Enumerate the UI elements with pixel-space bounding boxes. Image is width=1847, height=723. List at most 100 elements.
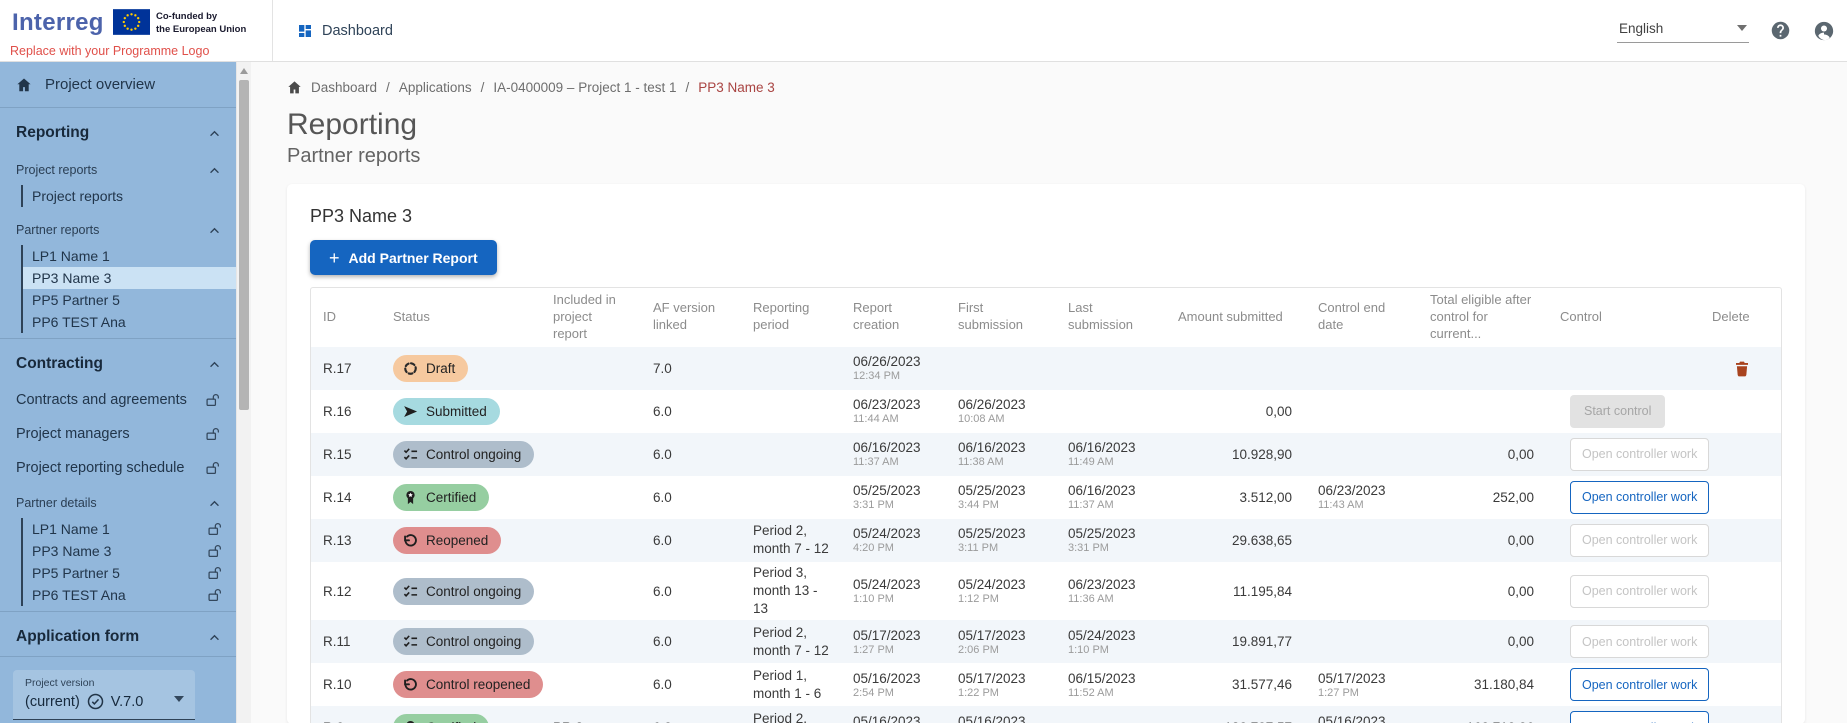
sidebar-item-contracting[interactable]: Contracting (0, 339, 236, 383)
column-header-included-in-project-report: Included in project report (541, 288, 641, 347)
sidebar-item-project-reporting-schedule[interactable]: Project reporting schedule (0, 451, 236, 485)
add-partner-report-button[interactable]: + Add Partner Report (310, 240, 497, 275)
plus-icon: + (329, 249, 340, 267)
delete-cell (1700, 390, 1782, 433)
time-value: 1:12 PM (958, 593, 1044, 605)
status-cell: Certified (381, 706, 541, 723)
open-controller-work-button[interactable]: Open controller work (1570, 438, 1709, 471)
status-badge-draft: Draft (393, 355, 468, 382)
sidebar-item-lp1-name-1[interactable]: LP1 Name 1 (23, 245, 236, 267)
control-end-date-cell (1306, 433, 1418, 476)
sidebar-item-project-reports[interactable]: Project reports (23, 185, 236, 207)
sidebar-item-application-form[interactable]: Application form (0, 612, 236, 656)
sidebar-item-reporting[interactable]: Reporting (0, 108, 236, 152)
time-value: 3:11 PM (958, 542, 1044, 554)
open-controller-work-button[interactable]: Open controller work (1570, 668, 1709, 701)
delete-report-button[interactable] (1734, 360, 1750, 377)
report-row-r-9[interactable]: R.9CertifiedPR.26.0Period 2,month 7 - 12… (311, 706, 1782, 723)
open-controller-work-button[interactable]: Open controller work (1570, 711, 1709, 723)
language-select[interactable]: English (1617, 19, 1749, 43)
report-id-cell: R.13 (311, 519, 381, 562)
report-row-r-14[interactable]: R.14Certified6.005/25/20233:31 PM05/25/2… (311, 476, 1782, 519)
reporting-period-cell (741, 347, 841, 390)
open-controller-work-button[interactable]: Open controller work (1570, 481, 1709, 514)
certified-ribbon-icon (403, 490, 418, 505)
breadcrumb-items: Dashboard/Applications/IA-0400009 – Proj… (311, 80, 775, 95)
date-value: 05/25/2023 (1068, 526, 1154, 541)
report-row-r-11[interactable]: R.11Control ongoing6.0Period 2,month 7 -… (311, 620, 1782, 663)
date-value: 06/15/2023 (1068, 671, 1154, 686)
sidebar-item-project-overview[interactable]: Project overview (0, 62, 236, 107)
report-row-r-13[interactable]: R.13Reopened6.0Period 2,month 7 - 1205/2… (311, 519, 1782, 562)
sidebar-item-contracts-and-agreements[interactable]: Contracts and agreements (0, 383, 236, 417)
sidebar-item-project-managers[interactable]: Project managers (0, 417, 236, 451)
report-row-r-16[interactable]: R.16Submitted6.006/23/202311:44 AM06/26/… (311, 390, 1782, 433)
home-icon (16, 77, 32, 93)
sidebar-item-label: Project managers (16, 426, 130, 442)
status-cell: Control ongoing (381, 562, 541, 621)
date-value: 06/16/2023 (1068, 483, 1154, 498)
included-in-project-report-cell (541, 620, 641, 663)
breadcrumb-item-ia-0400009-project-1-test-1[interactable]: IA-0400009 – Project 1 - test 1 (493, 80, 676, 95)
status-cell: Draft (381, 347, 541, 390)
time-value: 1:22 PM (958, 687, 1044, 699)
sidebar-item-project-reports[interactable]: Project reports (0, 152, 236, 182)
breadcrumb-item-applications[interactable]: Applications (399, 80, 472, 95)
open-controller-work-button[interactable]: Open controller work (1570, 575, 1709, 608)
sidebar-item-pp6-test-ana[interactable]: PP6 TEST Ana (23, 584, 236, 606)
home-icon[interactable] (287, 80, 302, 95)
column-header-delete: Delete (1700, 288, 1782, 347)
first-submission-cell: 06/26/202310:08 AM (946, 390, 1056, 433)
report-row-r-10[interactable]: R.10Control reopened6.0Period 1,month 1 … (311, 663, 1782, 706)
amount-submitted-cell: 11.195,84 (1166, 562, 1306, 621)
date-value: 06/16/2023 (853, 440, 934, 455)
trash-icon (1734, 360, 1750, 377)
breadcrumb-item-dashboard[interactable]: Dashboard (311, 80, 377, 95)
report-creation-cell: 05/25/20233:31 PM (841, 476, 946, 519)
sidebar-scrollbar[interactable] (236, 62, 251, 723)
reports-table: IDStatusIncluded in project reportAF ver… (311, 288, 1782, 723)
scrollbar-up-arrow[interactable] (240, 68, 248, 74)
help-button[interactable] (1767, 18, 1793, 44)
period-line2: month 7 - 12 (753, 540, 829, 558)
af-version-cell: 6.0 (641, 620, 741, 663)
af-version-cell: 6.0 (641, 663, 741, 706)
start-control-button[interactable]: Start control (1570, 395, 1665, 428)
sidebar-item-pp6-test-ana[interactable]: PP6 TEST Ana (23, 311, 236, 333)
reporting-period-cell (741, 390, 841, 433)
sidebar-item-pp3-name-3[interactable]: PP3 Name 3 (23, 267, 236, 289)
dashboard-nav-button[interactable]: Dashboard (273, 0, 417, 61)
report-row-r-17[interactable]: R.17Draft7.006/26/202312:34 PM (311, 347, 1782, 390)
scrollbar-thumb[interactable] (239, 80, 249, 410)
sidebar-item-pp5-partner-5[interactable]: PP5 Partner 5 (23, 562, 236, 584)
project-version-select[interactable]: Project version (current) V.7.0 (13, 670, 195, 720)
last-submission-cell: 06/16/202311:37 AM (1056, 476, 1166, 519)
report-row-r-12[interactable]: R.12Control ongoing6.0Period 3,month 13 … (311, 562, 1782, 621)
sidebar-item-pp5-partner-5[interactable]: PP5 Partner 5 (23, 289, 236, 311)
profile-button[interactable] (1811, 18, 1837, 44)
sidebar-divider (0, 656, 236, 657)
add-partner-report-label: Add Partner Report (349, 250, 478, 266)
report-row-r-15[interactable]: R.15Control ongoing6.006/16/202311:37 AM… (311, 433, 1782, 476)
sidebar-item-partner-reports[interactable]: Partner reports (0, 212, 236, 242)
chevron-up-icon (209, 634, 220, 641)
sidebar-item-partner-details[interactable]: Partner details (0, 485, 236, 515)
period-line1: Period 2, (753, 624, 829, 642)
total-eligible-cell (1418, 390, 1548, 433)
sidebar-item-label: Partner reports (16, 223, 99, 237)
sidebar-item-lp1-name-1[interactable]: LP1 Name 1 (23, 518, 236, 540)
sidebar-item-pp3-name-3[interactable]: PP3 Name 3 (23, 540, 236, 562)
sidebar-group: LP1 Name 1PP3 Name 3PP5 Partner 5PP6 TES… (21, 518, 236, 606)
status-label: Control reopened (426, 677, 530, 692)
sidebar-item-label: Project overview (45, 76, 155, 93)
open-controller-work-button[interactable]: Open controller work (1570, 625, 1709, 658)
lock-open-icon (205, 393, 220, 407)
af-version-cell: 7.0 (641, 347, 741, 390)
first-submission-cell (946, 347, 1056, 390)
control-cell: Open controller work (1548, 476, 1700, 519)
first-submission-cell: 05/16/20239:31 AM (946, 706, 1056, 723)
open-controller-work-button[interactable]: Open controller work (1570, 524, 1709, 557)
last-submission-cell: 05/25/20233:31 PM (1056, 519, 1166, 562)
time-value: 3:31 PM (1068, 542, 1154, 554)
status-label: Certified (426, 490, 476, 505)
